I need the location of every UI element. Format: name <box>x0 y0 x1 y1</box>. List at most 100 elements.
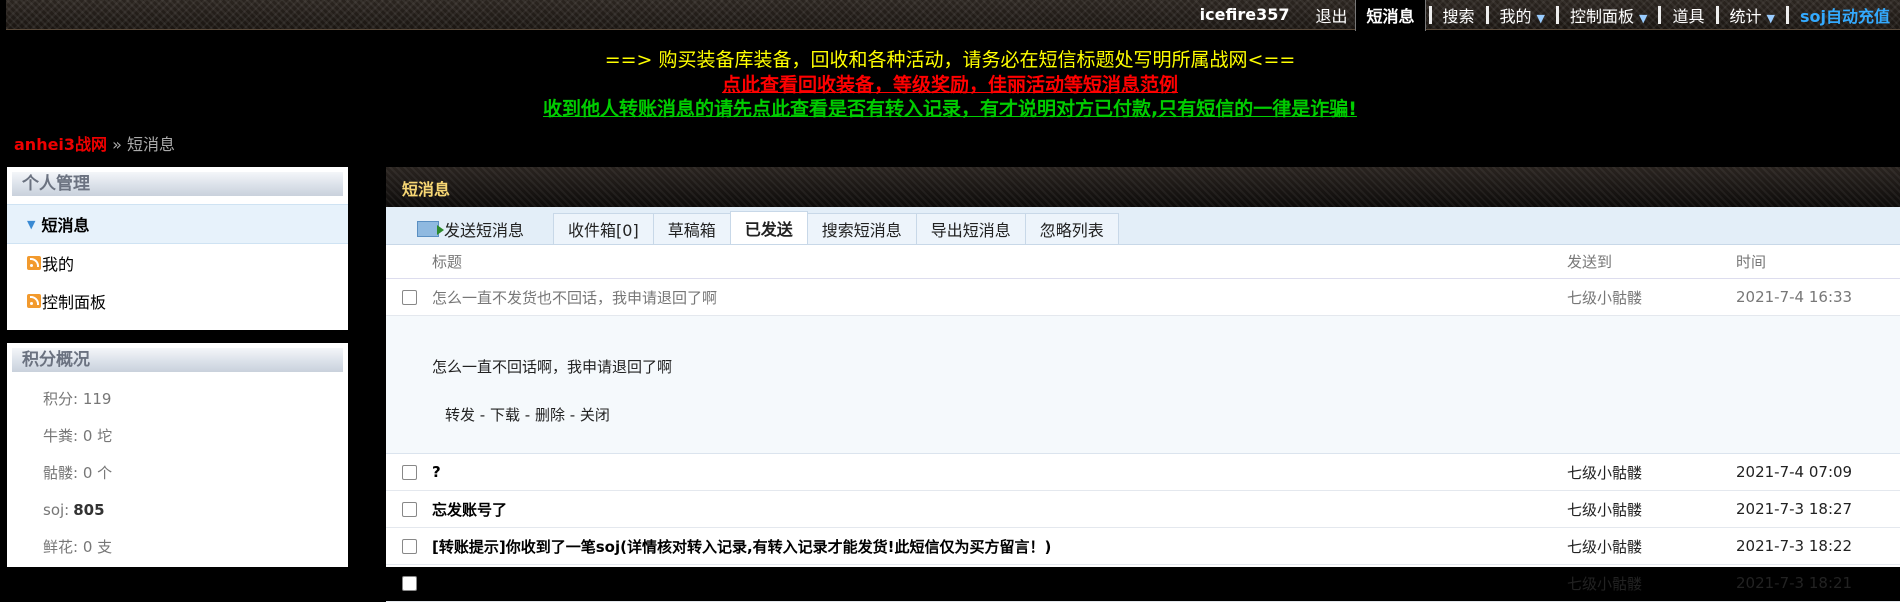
stat-value: 805 <box>73 500 105 519</box>
nav-divider <box>1715 5 1719 24</box>
table-row[interactable]: ? 七级小骷髅 2021-7-4 07:09 <box>386 454 1900 491</box>
message-title[interactable]: 火炬项链 <box>432 573 1567 594</box>
column-to: 发送到 <box>1567 253 1613 271</box>
send-message-icon <box>417 221 444 237</box>
message-time: 2021-7-3 18:27 <box>1736 500 1853 518</box>
sidebar-item-label: 短消息 <box>41 216 90 235</box>
chevron-down-icon: ▼ <box>1766 11 1775 25</box>
row-checkbox[interactable] <box>401 501 417 517</box>
row-checkbox[interactable] <box>401 289 417 305</box>
sidebar-item-mine[interactable]: 我的 <box>7 244 348 282</box>
message-title[interactable]: 忘发账号了 <box>432 499 1567 520</box>
messages-main-panel: 短消息 发送短消息 收件箱[0] 草稿箱 已发送 搜索短消息 导出短消息 忽略列… <box>386 167 1900 602</box>
notice-example-link[interactable]: 点此查看回收装备，等级奖励，佳丽活动等短消息范例 <box>0 70 1900 97</box>
username-link[interactable]: icefire357 <box>1192 5 1308 24</box>
points-overview-title: 积分概况 <box>12 348 343 372</box>
stat-value: 0 支 <box>82 538 113 556</box>
stat-label: 骷髅: <box>43 464 79 482</box>
control-panel-menu[interactable]: 控制面板 ▼ <box>1562 3 1655 27</box>
personal-management-title: 个人管理 <box>12 172 343 196</box>
action-separator: - <box>564 406 580 424</box>
table-header: 标题 发送到 时间 <box>386 245 1900 279</box>
row-checkbox[interactable] <box>401 464 417 480</box>
main-heading: 短消息 <box>386 167 1900 207</box>
table-row[interactable]: 忘发账号了 七级小骷髅 2021-7-3 18:27 <box>386 491 1900 528</box>
row-checkbox[interactable] <box>401 575 417 591</box>
stats-label: 统计 <box>1729 6 1762 26</box>
stat-value: 0 个 <box>82 464 113 482</box>
top-nav: icefire357 退出 短消息 搜索 我的 ▼ 控制面板 ▼ 道具 统计 ▼ so… <box>1192 0 1900 31</box>
preview-message-body: 怎么一直不回话啊，我申请退回了啊 <box>432 358 673 376</box>
stat-soj: soj: 805 <box>7 491 348 528</box>
messages-link[interactable]: 短消息 <box>1355 0 1426 31</box>
tab-search-messages[interactable]: 搜索短消息 <box>806 213 917 244</box>
nav-divider <box>1428 5 1432 24</box>
tab-ignore-list[interactable]: 忽略列表 <box>1024 213 1119 244</box>
stat-label: 牛粪: <box>43 427 79 445</box>
breadcrumb: anhei3战网 » 短消息 <box>14 131 175 155</box>
rss-icon <box>27 256 41 270</box>
stat-flowers: 鲜花: 0 支 <box>7 528 348 565</box>
message-time: 2021-7-3 18:22 <box>1736 537 1853 555</box>
close-link[interactable]: 关闭 <box>580 406 610 424</box>
tab-drafts[interactable]: 草稿箱 <box>652 213 731 244</box>
download-link[interactable]: 下载 <box>490 406 520 424</box>
action-separator: - <box>475 406 490 424</box>
tab-sent[interactable]: 已发送 <box>729 211 808 244</box>
chevron-down-icon: ▼ <box>1536 11 1545 25</box>
notice-purchase: ==> 购买装备库装备，回收和各种活动，请务必在短信标题处写明所属战网<== <box>604 49 1296 71</box>
soj-recharge-link[interactable]: soj自动充值 <box>1792 3 1900 27</box>
logout-link[interactable]: 退出 <box>1307 3 1355 27</box>
stat-label: 积分: <box>43 390 79 408</box>
forward-link[interactable]: 转发 <box>445 406 475 424</box>
table-row[interactable]: 怎么一直不发货也不回话，我申请退回了啊 七级小骷髅 2021-7-4 16:33 <box>386 279 1900 316</box>
delete-link[interactable]: 删除 <box>535 406 565 424</box>
message-recipient[interactable]: 七级小骷髅 <box>1567 499 1736 520</box>
message-title[interactable]: ? <box>432 463 1567 481</box>
tab-label: 发送短消息 <box>444 221 525 240</box>
tab-export-messages[interactable]: 导出短消息 <box>915 213 1026 244</box>
preview-actions: 转发 - 下载 - 删除 - 关闭 <box>445 404 610 425</box>
stat-value: 119 <box>82 389 112 408</box>
message-time: 2021-7-3 18:21 <box>1736 574 1853 592</box>
stat-value: 0 坨 <box>82 427 113 445</box>
notice-transfer-warning-link[interactable]: 收到他人转账消息的请先点此查看是否有转入记录，有才说明对方已付款,只有短信的一律… <box>0 94 1900 121</box>
sidebar-item-messages[interactable]: ▼ 短消息 <box>7 204 348 244</box>
message-preview: 怎么一直不回话啊，我申请退回了啊 转发 - 下载 - 删除 - 关闭 <box>386 316 1900 454</box>
mine-menu[interactable]: 我的 ▼ <box>1492 3 1553 27</box>
message-recipient[interactable]: 七级小骷髅 <box>1567 287 1736 308</box>
sidebar-item-label: 我的 <box>42 255 75 274</box>
stat-skulls: 骷髅: 0 个 <box>7 454 348 491</box>
column-time: 时间 <box>1736 253 1767 271</box>
personal-management-panel: 个人管理 ▼ 短消息 我的 控制面板 <box>7 167 348 330</box>
row-checkbox[interactable] <box>401 538 417 554</box>
points-overview-panel: 积分概况 积分: 119 牛粪: 0 坨 骷髅: 0 个 soj: 805 鲜花:… <box>7 343 348 567</box>
stat-cow-dung: 牛粪: 0 坨 <box>7 417 348 454</box>
chevron-down-icon: ▼ <box>1639 11 1648 25</box>
column-title: 标题 <box>432 253 463 271</box>
message-title[interactable]: 怎么一直不发货也不回话，我申请退回了啊 <box>432 287 1567 308</box>
tab-send-message[interactable]: 发送短消息 <box>403 214 554 244</box>
message-recipient[interactable]: 七级小骷髅 <box>1567 462 1736 483</box>
message-time: 2021-7-4 16:33 <box>1736 288 1853 306</box>
search-link[interactable]: 搜索 <box>1435 3 1483 27</box>
table-row[interactable]: 火炬项链 七级小骷髅 2021-7-3 18:21 <box>386 565 1900 602</box>
message-recipient[interactable]: 七级小骷髅 <box>1567 536 1736 557</box>
sidebar-item-control-panel[interactable]: 控制面板 <box>7 282 348 320</box>
nav-divider <box>1785 5 1789 24</box>
message-title[interactable]: [转账提示]你收到了一笔soj(详情核对转入记录,有转入记录才能发货!此短信仅为… <box>432 536 1567 557</box>
tab-inbox[interactable]: 收件箱[0] <box>553 213 654 244</box>
message-time: 2021-7-4 07:09 <box>1736 463 1853 481</box>
breadcrumb-current: 短消息 <box>127 135 176 154</box>
table-row[interactable]: [转账提示]你收到了一笔soj(详情核对转入记录,有转入记录才能发货!此短信仅为… <box>386 528 1900 565</box>
sidebar-item-label: 控制面板 <box>42 293 107 312</box>
stat-points: 积分: 119 <box>7 380 348 417</box>
stat-label: 鲜花: <box>43 538 79 556</box>
control-panel-label: 控制面板 <box>1570 6 1635 26</box>
message-recipient[interactable]: 七级小骷髅 <box>1567 573 1736 594</box>
stats-menu[interactable]: 统计 ▼ <box>1722 3 1783 27</box>
breadcrumb-site-link[interactable]: anhei3战网 <box>14 135 107 154</box>
triangle-down-icon: ▼ <box>27 217 36 231</box>
tools-link[interactable]: 道具 <box>1664 3 1712 27</box>
nav-divider <box>1658 5 1662 24</box>
